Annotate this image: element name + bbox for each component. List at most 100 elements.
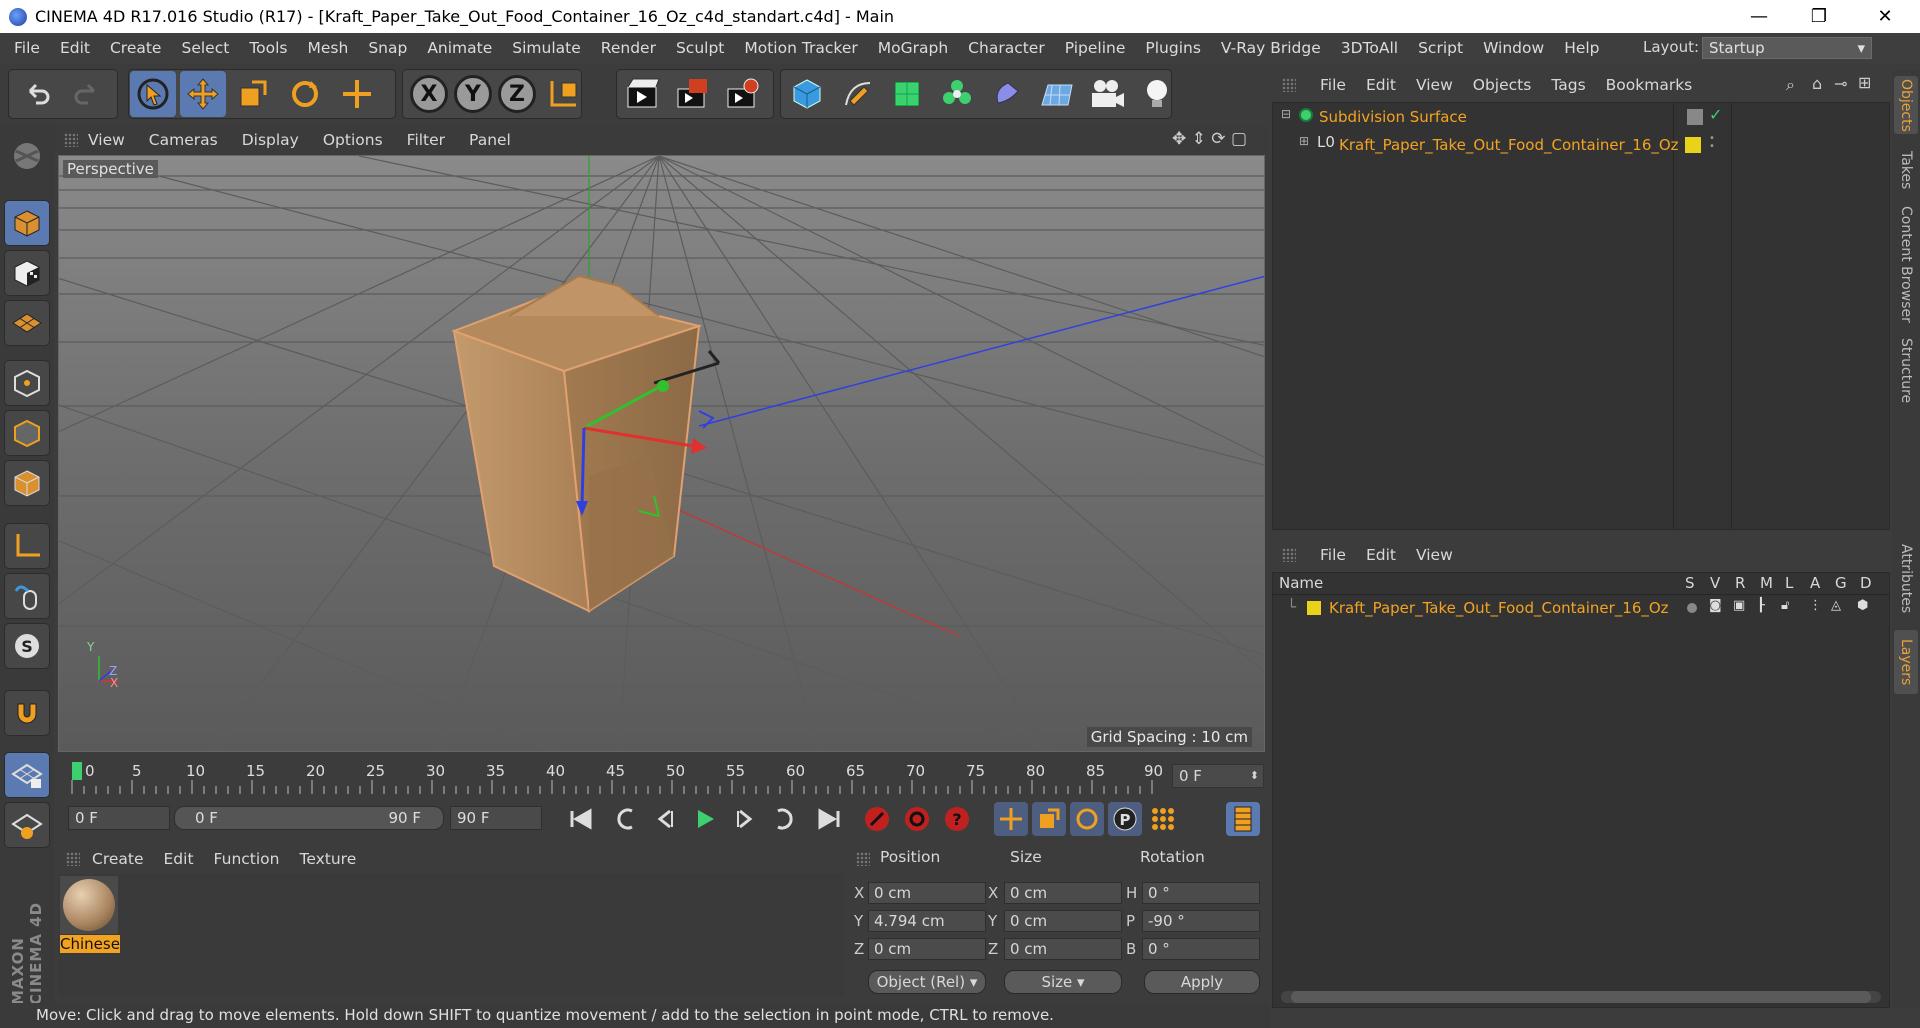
position-z-field[interactable]: 0 cm: [868, 938, 986, 960]
menu-render[interactable]: Render: [591, 39, 666, 57]
pen-icon[interactable]: [834, 71, 880, 117]
coordinate-system-icon[interactable]: [540, 71, 586, 117]
generator-icon[interactable]: ◬: [1831, 598, 1841, 613]
menu-snap[interactable]: Snap: [358, 39, 417, 57]
apply-button[interactable]: Apply: [1144, 970, 1260, 994]
objects-menu-bookmarks[interactable]: Bookmarks: [1596, 76, 1703, 94]
deformer-icon[interactable]: ⬢: [1857, 598, 1868, 613]
preview-range-slider[interactable]: 0 F 90 F: [174, 806, 444, 830]
object-row-kraft-container[interactable]: ⊞ L0 Kraft_Paper_Take_Out_Food_Container…: [1275, 133, 1887, 159]
material-menu-edit[interactable]: Edit: [154, 850, 204, 868]
tab-structure[interactable]: Structure: [1894, 334, 1918, 408]
visibility-dots-icon[interactable]: • •: [1709, 134, 1715, 152]
record-active-objects-icon[interactable]: [860, 802, 894, 836]
tab-objects[interactable]: Objects: [1894, 76, 1918, 134]
menu-create[interactable]: Create: [100, 39, 172, 57]
rotation-h-field[interactable]: 0 °: [1142, 882, 1260, 904]
layer-col-locked[interactable]: L: [1785, 574, 1793, 592]
menu-motion-tracker[interactable]: Motion Tracker: [734, 39, 867, 57]
floor-icon[interactable]: [1034, 71, 1080, 117]
rotate-icon[interactable]: [282, 71, 328, 117]
make-editable-icon[interactable]: [4, 133, 50, 179]
subdivision-icon[interactable]: [884, 71, 930, 117]
minimize-button[interactable]: —: [1730, 0, 1788, 33]
menu-character[interactable]: Character: [958, 39, 1055, 57]
snap-magnet-icon[interactable]: [4, 690, 50, 736]
objects-menu-objects[interactable]: Objects: [1463, 76, 1542, 94]
live-select-icon[interactable]: [130, 71, 176, 117]
timeline-window-icon[interactable]: [1226, 802, 1260, 836]
close-button[interactable]: ✕: [1856, 0, 1914, 33]
size-mode-dropdown[interactable]: Size ▾: [1004, 970, 1122, 994]
key-position-icon[interactable]: [994, 802, 1028, 836]
render-clapper-icon[interactable]: ▣: [1733, 598, 1745, 613]
tab-content-browser[interactable]: Content Browser: [1894, 204, 1918, 324]
redo-icon[interactable]: [64, 71, 110, 117]
menu-vray-bridge[interactable]: V-Ray Bridge: [1211, 39, 1331, 57]
maximize-button[interactable]: ❐: [1790, 0, 1848, 33]
checkmark-icon[interactable]: ✓: [1709, 105, 1722, 124]
layer-col-view[interactable]: V: [1710, 574, 1720, 592]
viewport-menu-options[interactable]: Options: [311, 131, 395, 149]
axis-mode-icon[interactable]: [4, 523, 50, 569]
axis-y-button[interactable]: Y: [450, 71, 496, 117]
tab-layers[interactable]: Layers: [1894, 630, 1918, 694]
current-frame-field[interactable]: 0 F ⬍: [1172, 764, 1264, 788]
menu-pipeline[interactable]: Pipeline: [1055, 39, 1136, 57]
render-view-icon[interactable]: [620, 71, 666, 117]
layer-color-swatch[interactable]: [1685, 137, 1701, 153]
cube-icon[interactable]: [784, 71, 830, 117]
collapse-icon[interactable]: ⊟: [1281, 107, 1291, 121]
viewport-menu-filter[interactable]: Filter: [395, 131, 457, 149]
cloner-icon[interactable]: [934, 71, 980, 117]
workplane-snap-icon[interactable]: [4, 802, 50, 848]
menu-help[interactable]: Help: [1554, 39, 1609, 57]
position-y-field[interactable]: 4.794 cm: [868, 910, 986, 932]
size-x-field[interactable]: 0 cm: [1004, 882, 1122, 904]
material-menu-function[interactable]: Function: [204, 850, 290, 868]
texture-mode-icon[interactable]: [4, 250, 50, 296]
objects-menu-view[interactable]: View: [1406, 76, 1463, 94]
material-menu-texture[interactable]: Texture: [289, 850, 366, 868]
solo-icon[interactable]: S: [4, 623, 50, 669]
expand-icon[interactable]: ⊞: [1299, 134, 1309, 148]
layers-menu-file[interactable]: File: [1310, 546, 1356, 564]
viewport-menu-view[interactable]: View: [76, 131, 137, 149]
polygons-mode-icon[interactable]: [4, 460, 50, 506]
edit-render-toggle-icon[interactable]: [1687, 109, 1703, 125]
layers-menu-view[interactable]: View: [1406, 546, 1463, 564]
max-time-field[interactable]: 90 F: [450, 806, 542, 830]
size-z-field[interactable]: 0 cm: [1004, 938, 1122, 960]
link-icon[interactable]: ⊸: [1834, 74, 1847, 93]
new-window-icon[interactable]: ⊞: [1858, 73, 1871, 92]
edges-mode-icon[interactable]: [4, 410, 50, 456]
size-y-field[interactable]: 0 cm: [1004, 910, 1122, 932]
go-to-start-icon[interactable]: [564, 802, 598, 836]
menu-3dtoall[interactable]: 3DToAll: [1331, 39, 1408, 57]
layout-select[interactable]: Startup ▾: [1702, 37, 1872, 59]
menu-simulate[interactable]: Simulate: [502, 39, 591, 57]
home-icon[interactable]: ⌂: [1812, 74, 1822, 93]
layer-col-animation[interactable]: A: [1810, 574, 1820, 592]
light-icon[interactable]: [1134, 71, 1180, 117]
object-row-subdivision-surface[interactable]: ⊟ Subdivision Surface ✓: [1275, 105, 1887, 131]
eye-icon[interactable]: ◙: [1709, 598, 1722, 613]
menu-mograph[interactable]: MoGraph: [868, 39, 958, 57]
menu-select[interactable]: Select: [171, 39, 239, 57]
next-key-icon[interactable]: [768, 802, 802, 836]
layer-color-swatch[interactable]: [1307, 601, 1321, 615]
menu-sculpt[interactable]: Sculpt: [666, 39, 734, 57]
material-chinese[interactable]: Chinese: [60, 876, 120, 954]
model-mode-icon[interactable]: [4, 200, 50, 246]
material-menu-create[interactable]: Create: [82, 850, 154, 868]
menu-script[interactable]: Script: [1408, 39, 1473, 57]
render-settings-icon[interactable]: [720, 71, 766, 117]
viewport-menu-cameras[interactable]: Cameras: [137, 131, 230, 149]
next-frame-icon[interactable]: [728, 802, 762, 836]
timeline-ruler[interactable]: 0 5 10 15 20 25 30 35 40 45 50 55 60 65 …: [58, 756, 1265, 798]
camera-icon[interactable]: [1084, 71, 1130, 117]
lock-icon[interactable]: 🔓︎: [1781, 598, 1789, 613]
tweak-mode-icon[interactable]: [4, 573, 50, 619]
layer-col-manager[interactable]: M: [1760, 574, 1773, 592]
keyframe-selection-icon[interactable]: ?: [940, 802, 974, 836]
